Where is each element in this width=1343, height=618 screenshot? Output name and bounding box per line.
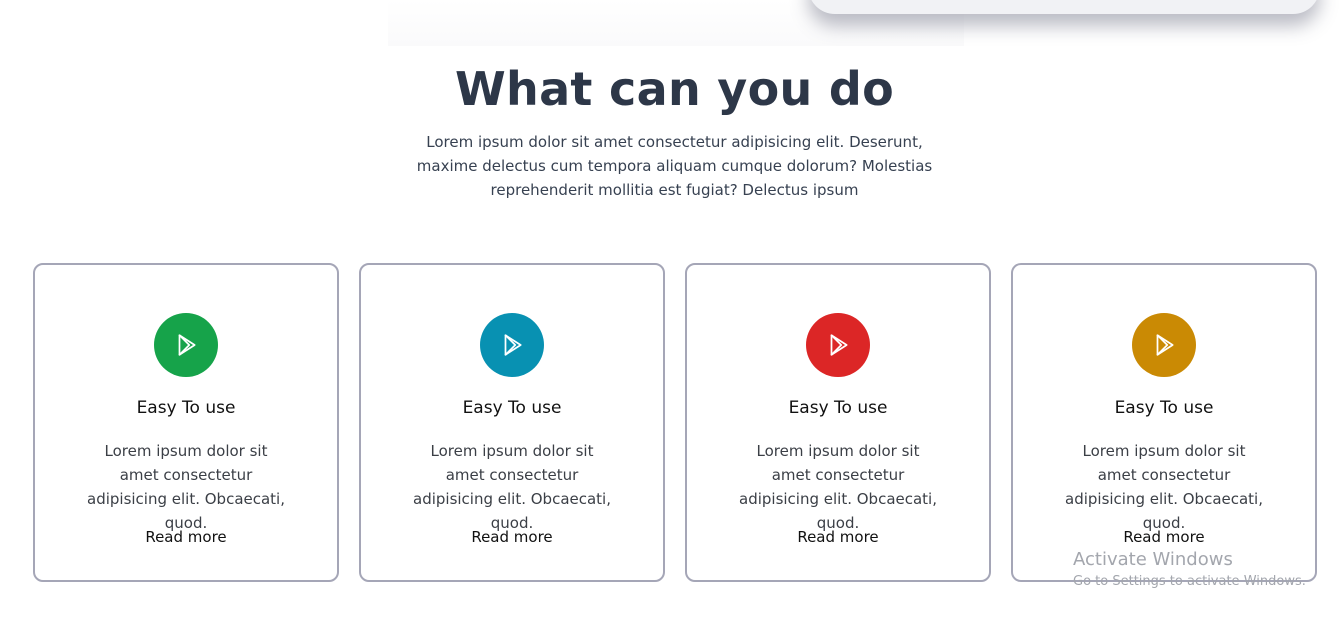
- play-icon: [1132, 313, 1196, 377]
- watermark-title: Activate Windows: [1073, 549, 1233, 570]
- read-more-link[interactable]: Read more: [1013, 528, 1315, 546]
- card-title: Easy To use: [1114, 398, 1214, 418]
- card-text: Lorem ipsum dolor sit amet consectetur a…: [413, 442, 611, 532]
- play-icon: [806, 313, 870, 377]
- play-icon: [480, 313, 544, 377]
- card-text: Lorem ipsum dolor sit amet consectetur a…: [739, 442, 937, 532]
- section-heading: What can you do: [455, 62, 894, 116]
- feature-card: Easy To use Lorem ipsum dolor sit amet c…: [1011, 263, 1317, 582]
- card-title: Easy To use: [788, 398, 888, 418]
- card-title: Easy To use: [462, 398, 562, 418]
- read-more-link[interactable]: Read more: [687, 528, 989, 546]
- read-more-link[interactable]: Read more: [361, 528, 663, 546]
- watermark-subtitle: Go to Settings to activate Windows.: [1073, 574, 1306, 589]
- read-more-link[interactable]: Read more: [35, 528, 337, 546]
- section-subtitle: Lorem ipsum dolor sit amet consectetur a…: [416, 133, 933, 199]
- feature-card: Easy To use Lorem ipsum dolor sit amet c…: [33, 263, 339, 582]
- card-title: Easy To use: [136, 398, 236, 418]
- card-text: Lorem ipsum dolor sit amet consectetur a…: [87, 442, 285, 532]
- activate-windows-watermark: Activate Windows Go to Settings to activ…: [1073, 548, 1306, 592]
- play-icon: [154, 313, 218, 377]
- feature-card: Easy To use Lorem ipsum dolor sit amet c…: [685, 263, 991, 582]
- feature-card: Easy To use Lorem ipsum dolor sit amet c…: [359, 263, 665, 582]
- hero-image-bottom: [388, 0, 1320, 46]
- card-text: Lorem ipsum dolor sit amet consectetur a…: [1065, 442, 1263, 532]
- hero-image-shadow: [808, 0, 1320, 14]
